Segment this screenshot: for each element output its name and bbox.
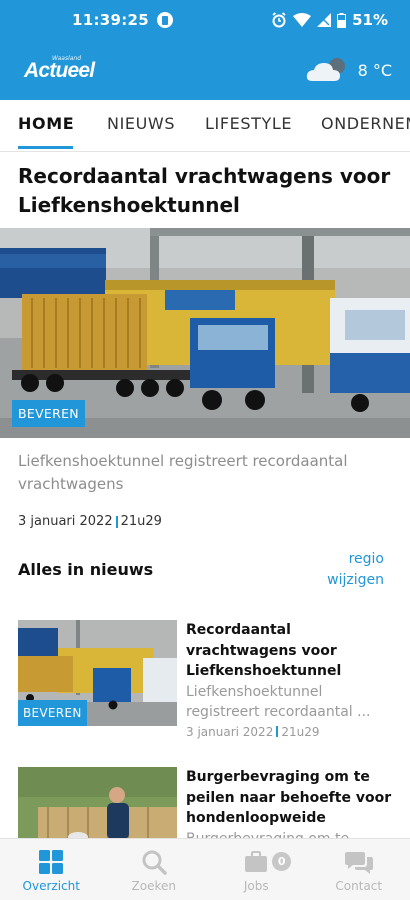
tab-ondernemen[interactable]: ONDERNEMEN [321, 114, 410, 133]
tab-lifestyle[interactable]: LIFESTYLE [205, 114, 292, 133]
list-item-region-badge[interactable]: BEVEREN [18, 700, 87, 726]
alarm-icon [272, 12, 286, 28]
bottom-navigation: Overzicht Zoeken 0 Jobs Contact [0, 838, 410, 900]
wifi-icon [293, 13, 312, 27]
grid-icon [38, 849, 64, 875]
featured-headline[interactable]: Recordaantal vrachtwagens voor Liefkensh… [18, 162, 392, 220]
nav-zoeken-label: Zoeken [131, 879, 176, 893]
list-item-title: Burgerbevraging om te peilen naar behoef… [186, 769, 392, 826]
featured-region-badge[interactable]: BEVEREN [12, 400, 85, 427]
weather-widget[interactable]: 8 °C [306, 57, 392, 83]
status-time: 11:39:25 [72, 11, 150, 29]
list-item-photo [18, 767, 177, 838]
logo-title: Actueel [24, 58, 95, 82]
list-item-text: Burgerbevraging om te peilen naar behoef… [186, 767, 392, 838]
list-item[interactable]: BEVEREN Recordaantal vrachtwagens voor L… [18, 620, 392, 739]
battery-percentage: 51% [352, 11, 388, 29]
list-item-title: Recordaantal vrachtwagens voor Liefkensh… [186, 622, 342, 679]
search-icon [141, 849, 167, 875]
category-tabs: HOME NIEUWS LIFESTYLE ONDERNEMEN [0, 100, 410, 152]
section-title: Alles in nieuws [18, 560, 154, 579]
list-item-thumbnail: BEVEREN [18, 620, 177, 726]
app-logo[interactable]: Waasland Actueel [24, 55, 95, 82]
list-item-time-text: 21u29 [281, 724, 320, 739]
list-item-snippet-line1: Liefkenshoektunnel [186, 683, 323, 700]
status-bar: 11:39:25 51% [0, 0, 410, 40]
status-icons: 51% [271, 11, 388, 29]
featured-image[interactable]: BEVEREN [0, 228, 410, 438]
featured-subtitle[interactable]: Liefkenshoektunnel registreert recordaan… [18, 450, 388, 496]
nav-overzicht[interactable]: Overzicht [0, 839, 103, 900]
date-separator [276, 726, 279, 737]
jobs-count-badge: 0 [272, 852, 292, 871]
app-header: Waasland Actueel 8 °C [0, 40, 410, 100]
list-item[interactable]: Burgerbevraging om te peilen naar behoef… [18, 767, 392, 838]
list-item-date: 3 januari 2022 21u29 [186, 725, 392, 739]
notification-app-icon [157, 12, 174, 28]
nav-contact-label: Contact [335, 879, 383, 893]
nav-contact[interactable]: Contact [308, 839, 410, 900]
nav-zoeken[interactable]: Zoeken [103, 839, 206, 900]
featured-date: 3 januari 2022 21u29 [18, 514, 162, 529]
briefcase-icon: 0 [243, 849, 292, 875]
nav-jobs-label: Jobs [243, 879, 269, 893]
change-region-link[interactable]: regio wijzigen [327, 549, 384, 591]
featured-date-text: 3 januari 2022 [18, 514, 113, 529]
change-region-line2: wijzigen [327, 572, 384, 588]
signal-icon [317, 13, 332, 27]
featured-time-text: 21u29 [120, 514, 162, 529]
active-tab-indicator [18, 146, 73, 149]
date-separator [115, 515, 118, 528]
list-item-text: Recordaantal vrachtwagens voor Liefkensh… [186, 620, 392, 739]
list-item-snippet-line1: Burgerbevraging om te [186, 829, 392, 839]
list-item-snippet-line2: registreert recordaantal ... [186, 704, 371, 720]
logo-subtitle: Waasland [52, 54, 82, 62]
battery-icon [337, 12, 347, 28]
change-region-line1: regio [348, 551, 384, 567]
list-item-date-text: 3 januari 2022 [186, 724, 274, 739]
cloud-icon [306, 58, 345, 81]
nav-jobs[interactable]: 0 Jobs [205, 839, 308, 900]
tab-home[interactable]: HOME [18, 114, 74, 133]
list-item-thumbnail [18, 767, 177, 838]
chat-icon [344, 849, 373, 875]
temperature: 8 °C [357, 60, 392, 80]
tab-nieuws[interactable]: NIEUWS [107, 114, 175, 133]
nav-overzicht-label: Overzicht [22, 879, 80, 893]
